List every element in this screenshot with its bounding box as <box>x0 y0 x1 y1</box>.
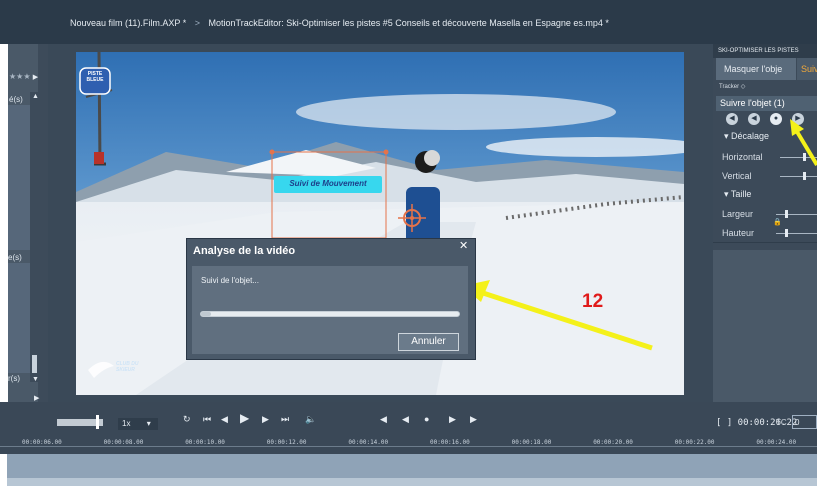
cancel-button[interactable]: Annuler <box>398 333 459 351</box>
ruler-tick-label: 00:00:06.00 <box>22 439 62 446</box>
track-prev-icon[interactable]: ◀ <box>380 414 387 425</box>
track-step-forward-icon[interactable]: ▶ <box>449 414 456 425</box>
go-start-icon[interactable]: ⏮ <box>203 414 211 425</box>
step-back-icon[interactable]: ◀ <box>221 414 228 425</box>
progress-bar <box>200 311 460 317</box>
dialog-title: Analyse de la vidéo <box>193 245 296 257</box>
tc-input[interactable]: 0 <box>792 415 817 429</box>
dialog-message: Suivi de l'objet... <box>201 276 260 285</box>
chevron-down-icon[interactable]: ▾ <box>133 419 151 428</box>
track-next-icon[interactable]: ▶ <box>470 414 477 425</box>
ruler-tick-label: 00:00:18.00 <box>511 439 552 446</box>
close-icon[interactable]: ✕ <box>459 239 468 252</box>
ruler-tick-label: 00:00:10.00 <box>185 439 225 446</box>
zoom-slider-knob[interactable] <box>96 415 99 429</box>
play-icon[interactable]: ▶ <box>240 411 249 425</box>
ruler-tick-label: 00:00:20.00 <box>593 439 633 446</box>
step-forward-icon[interactable]: ▶ <box>262 414 269 425</box>
volume-icon[interactable]: 🔈 <box>305 414 316 425</box>
ruler-tick-label: 00:00:24.00 <box>756 439 797 446</box>
loop-icon[interactable]: ↻ <box>183 414 191 425</box>
ruler-tick-label: 00:00:16.00 <box>430 439 470 446</box>
track-object-icon[interactable]: ● <box>424 414 429 424</box>
track-step-back-icon[interactable]: ◀ <box>402 414 409 425</box>
timeline-track-lower[interactable] <box>7 478 817 486</box>
ruler-tick-label: 00:00:12.00 <box>266 439 307 446</box>
tc-label: TC <box>776 418 787 427</box>
ruler-tick-label: 00:00:14.00 <box>348 439 389 446</box>
go-end-icon[interactable]: ⏭ <box>281 414 289 425</box>
timeline-track[interactable] <box>7 454 817 478</box>
ruler-line <box>0 446 817 447</box>
annotation-number: 12 <box>582 291 604 312</box>
ruler-tick-label: 00:00:22.00 <box>674 439 715 446</box>
progress-fill <box>201 312 212 316</box>
speed-select[interactable]: 1x ▾ <box>118 418 158 430</box>
ruler-tick-label: 00:00:08.00 <box>103 439 144 446</box>
